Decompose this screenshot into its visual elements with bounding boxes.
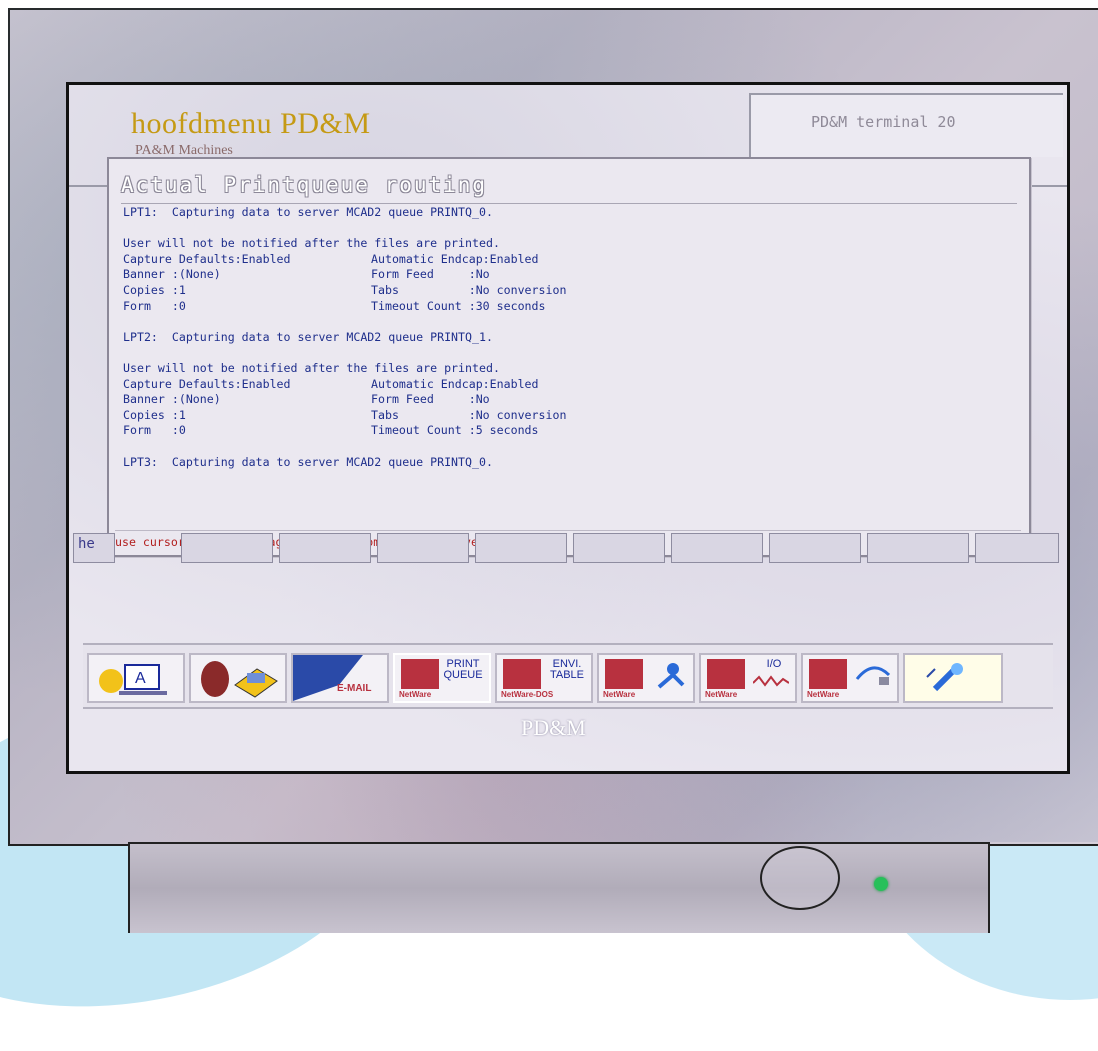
dialog-title-rule [121,203,1017,204]
email-label: E-MAIL [337,683,371,694]
setting-label: Copies :1 [123,282,186,297]
menu-cell[interactable] [975,533,1059,563]
email-icon[interactable]: E-MAIL [291,653,389,703]
setting-label: Copies :1 [123,407,186,422]
lpt1-header: LPT1: Capturing data to server MCAD2 que… [123,205,493,219]
printqueue-dialog: Actual Printqueue routing LPT1: Capturin… [107,157,1031,557]
netware-emblem [707,659,745,689]
monitor-stand [128,842,990,933]
files-icon[interactable] [189,653,287,703]
envi-table-label: ENVI. TABLE [549,658,585,681]
user-icon [657,663,685,689]
netware-brand: NetWare-DOS [501,690,554,699]
netware-brand: NetWare [705,690,738,699]
lpt2-row: Copies :1 Tabs :No conversion [123,408,1015,424]
dialog-title: Actual Printqueue routing [121,173,488,197]
divider [69,185,109,187]
menu-cell[interactable] [671,533,763,563]
help-tab-label: he [78,536,95,552]
menu-cell[interactable] [867,533,969,563]
terminal-status-box: PD&M terminal 20 [749,93,1063,157]
printqueue-text[interactable]: LPT1: Capturing data to server MCAD2 que… [123,205,1015,505]
setting-label: Capture Defaults:Enabled [123,376,291,391]
divider [1029,185,1067,187]
netware-brand: NetWare [603,690,636,699]
setting-label: Form :0 [123,298,186,313]
netware-emblem [401,659,439,689]
menu-cell[interactable] [377,533,469,563]
setting-value: Automatic Endcap:Enabled [371,376,539,391]
setting-value: Tabs :No conversion [371,282,567,297]
setting-label: Banner :(None) [123,267,221,282]
tools-icon [926,663,963,692]
svg-text:A: A [135,670,146,687]
netware-emblem [503,659,541,689]
lpt3-header: LPT3: Capturing data to server MCAD2 que… [123,454,493,469]
setting-label: Capture Defaults:Enabled [123,251,291,266]
menu-strip: he [73,533,1059,573]
setting-value: Form Feed :No [371,392,490,407]
email-icon: E-MAIL [293,655,371,701]
pdm-logo: PD&M [521,715,586,740]
lpt1-row: Capture Defaults:Enabled Automatic Endca… [123,252,1015,268]
lpt2-row: Capture Defaults:Enabled Automatic Endca… [123,377,1015,393]
setting-label: Banner :(None) [123,392,221,407]
lpt2-row: Banner :(None) Form Feed :No [123,392,1015,408]
setting-value: Timeout Count :5 seconds [371,423,539,438]
envi-table-icon[interactable]: ENVI. TABLE NetWare-DOS [495,653,593,703]
netware-emblem [809,659,847,689]
netware-connect-icon[interactable]: NetWare [801,653,899,703]
setting-value: Tabs :No conversion [371,407,567,422]
print-queue-icon[interactable]: PRINT QUEUE NetWare [393,653,491,703]
connection-icon [855,666,891,685]
files-icon [201,661,278,698]
setting-value: Form Feed :No [371,267,490,282]
menu-cell[interactable] [279,533,371,563]
lpt2-row: Form :0 Timeout Count :5 seconds [123,423,1015,439]
power-knob[interactable] [760,846,840,910]
lpt2-header: LPT2: Capturing data to server MCAD2 que… [123,329,493,344]
menu-cell[interactable] [769,533,861,563]
tools-icon[interactable] [903,653,1003,703]
menu-cell[interactable] [181,533,273,563]
menu-cell[interactable] [475,533,567,563]
netware-user-icon[interactable]: NetWare [597,653,695,703]
io-label: I/O [766,658,782,670]
lpt1-row: Form :0 Timeout Count :30 seconds [123,299,1015,315]
print-queue-label: PRINT QUEUE [443,658,483,681]
monitor-screen: hoofdmenu PD&M PA&M Machines PD&M termin… [66,82,1070,774]
hint-divider [115,530,1021,531]
netware-brand: NetWare [807,690,840,699]
lpt2-notify: User will not be notified after the file… [123,360,500,375]
netware-emblem [605,659,643,689]
terminal-label: PD&M terminal 20 [811,113,956,131]
desktop-icon: A [99,664,167,695]
app-title: hoofdmenu PD&M [131,107,371,140]
lpt1-row: Copies :1 Tabs :No conversion [123,283,1015,299]
application-iconbar: A E-MAIL PRINT QUEUE NetWare ENVI. TABLE… [83,643,1053,709]
help-tab[interactable]: he [73,533,115,563]
desktop-icon[interactable]: A [87,653,185,703]
netware-io-icon[interactable]: I/O NetWare [699,653,797,703]
netware-brand: NetWare [399,690,432,699]
setting-value: Automatic Endcap:Enabled [371,251,539,266]
setting-label: Form :0 [123,423,186,438]
menu-cell[interactable] [573,533,665,563]
lpt1-notify: User will not be notified after the file… [123,236,500,251]
setting-value: Timeout Count :30 seconds [371,298,546,313]
power-led [874,877,888,891]
waveform-icon [753,675,789,687]
lpt1-row: Banner :(None) Form Feed :No [123,267,1015,283]
